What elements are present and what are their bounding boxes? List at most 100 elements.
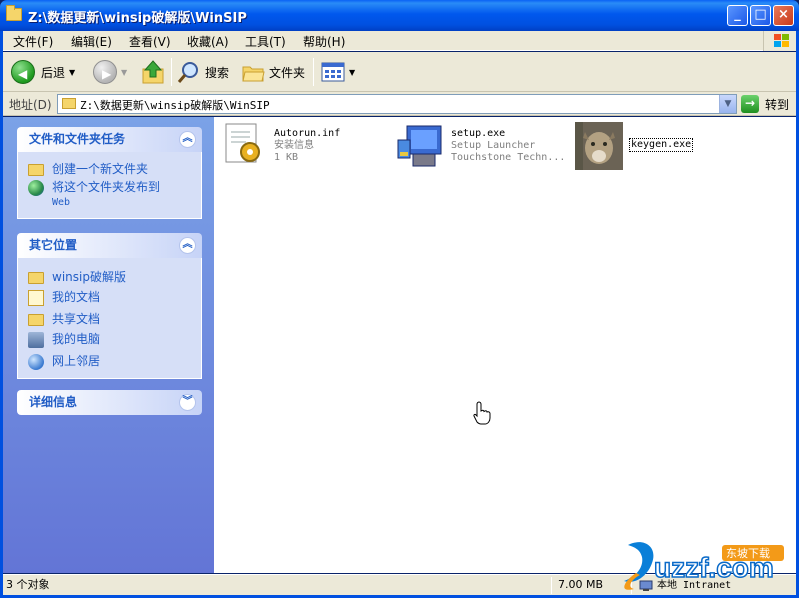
cougar-image-icon [575, 122, 623, 170]
toolbar-separator [171, 58, 172, 86]
file-description: Setup Launcher [451, 140, 536, 151]
menu-favorites[interactable]: 收藏(A) [187, 33, 229, 50]
title-bar[interactable]: Z:\数据更新\winsip破解版\WinSIP _ □ × [0, 0, 799, 31]
place-network-label[interactable]: 网上邻居 [52, 354, 100, 368]
file-item[interactable]: keygen.exe [575, 122, 694, 170]
place-shared-documents[interactable]: 共享文档 [28, 312, 201, 326]
menu-help[interactable]: 帮助(H) [303, 33, 345, 50]
place-my-documents[interactable]: 我的文档 [28, 290, 201, 306]
file-list-area[interactable]: Autorun.inf 安装信息 1 KB setup.exe Setup La… [214, 117, 796, 573]
folder-icon [6, 5, 22, 21]
folder-icon [28, 272, 44, 284]
place-winsip-label[interactable]: winsip破解版 [52, 270, 126, 284]
status-object-count: 3 个对象 [6, 578, 50, 591]
collapse-icon[interactable]: ︽ [179, 237, 196, 254]
address-value[interactable]: Z:\数据更新\winsip破解版\WinSIP [80, 97, 270, 113]
file-item[interactable]: setup.exe Setup Launcher Touchstone Tech… [397, 122, 565, 170]
place-winsip[interactable]: winsip破解版 [28, 270, 201, 284]
back-arrow-icon: ◀ [11, 60, 35, 84]
maximize-button[interactable]: □ [750, 5, 771, 26]
details-header[interactable]: 详细信息 ︾ [17, 390, 202, 415]
menu-tools[interactable]: 工具(T) [245, 33, 286, 50]
menu-edit[interactable]: 编辑(E) [71, 33, 112, 50]
views-grid-icon [321, 62, 345, 82]
settings-file-icon [220, 122, 268, 170]
other-places-body: winsip破解版 我的文档 共享文档 我的电脑 网上邻居 [17, 258, 202, 379]
forward-arrow-icon: ▶ [93, 60, 117, 84]
other-places-header[interactable]: 其它位置 ︽ [17, 233, 202, 258]
file-text: Autorun.inf 安装信息 1 KB [274, 122, 340, 170]
toolbar: ◀ 后退 ▼ ▶ ▼ 搜索 文件夹 ▼ [3, 52, 796, 92]
file-tasks-panel: 文件和文件夹任务 ︽ 创建一个新文件夹 将这个文件夹发布到 Web [17, 127, 202, 219]
go-label: 转到 [765, 97, 790, 112]
folders-icon [242, 66, 265, 82]
address-bar: 地址(D) Z:\数据更新\winsip破解版\WinSIP ▼ → 转到 [3, 92, 796, 116]
window-title: Z:\数据更新\winsip破解版\WinSIP [28, 11, 247, 26]
chevron-down-icon[interactable]: ▼ [349, 68, 355, 77]
forward-button[interactable]: ▶ ▼ [93, 58, 127, 86]
go-arrow-icon: → [741, 95, 759, 113]
shared-folder-icon [28, 314, 44, 326]
file-size: 1 KB [274, 152, 299, 163]
task-publish-web[interactable]: 将这个文件夹发布到 Web [28, 180, 201, 210]
menu-view[interactable]: 查看(V) [129, 33, 171, 50]
place-network[interactable]: 网上邻居 [28, 354, 201, 370]
installer-icon [397, 122, 445, 170]
file-name[interactable]: Autorun.inf [274, 128, 340, 140]
file-tasks-header[interactable]: 文件和文件夹任务 ︽ [17, 127, 202, 152]
address-input[interactable]: Z:\数据更新\winsip破解版\WinSIP ▼ [57, 94, 737, 114]
address-label: 地址(D) [9, 98, 52, 112]
toolbar-separator [313, 58, 314, 86]
go-button[interactable]: → 转到 [741, 95, 789, 113]
folder-icon [62, 98, 76, 109]
search-button[interactable]: 搜索 [177, 58, 229, 86]
search-label: 搜索 [205, 65, 230, 80]
file-company: Touchstone Techn... [451, 152, 566, 163]
file-name[interactable]: setup.exe [451, 128, 565, 140]
publish-web-icon [28, 180, 44, 196]
task-publish-web-line2[interactable]: Web [52, 197, 70, 208]
network-places-icon [28, 354, 44, 370]
chevron-down-icon[interactable]: ▼ [121, 68, 127, 77]
task-new-folder[interactable]: 创建一个新文件夹 [28, 162, 201, 176]
minimize-button[interactable]: _ [727, 5, 748, 26]
collapse-icon[interactable]: ︽ [179, 131, 196, 148]
file-tasks-title: 文件和文件夹任务 [29, 132, 126, 146]
menu-bar: 文件(F) 编辑(E) 查看(V) 收藏(A) 工具(T) 帮助(H) [3, 31, 796, 51]
windows-logo-icon [763, 31, 796, 51]
details-panel: 详细信息 ︾ [17, 390, 202, 415]
back-label: 后退 [41, 65, 66, 80]
folders-label: 文件夹 [269, 65, 306, 80]
file-text: keygen.exe [629, 122, 694, 170]
task-publish-web-label[interactable]: 将这个文件夹发布到 Web [52, 180, 160, 210]
uzzf-watermark: uzzf.com 东坡下载 [614, 537, 790, 595]
menu-file[interactable]: 文件(F) [13, 33, 53, 50]
place-shared-documents-label[interactable]: 共享文档 [52, 312, 100, 326]
new-folder-icon [28, 164, 44, 176]
task-pane: 文件和文件夹任务 ︽ 创建一个新文件夹 将这个文件夹发布到 Web 其它位置 ︽ [3, 117, 214, 573]
file-item[interactable]: Autorun.inf 安装信息 1 KB [220, 122, 340, 170]
up-folder-icon [142, 60, 164, 84]
folders-button[interactable]: 文件夹 [241, 58, 305, 86]
place-my-documents-label[interactable]: 我的文档 [52, 290, 100, 304]
search-icon [177, 62, 198, 83]
watermark-tag: 东坡下载 [726, 547, 770, 560]
place-my-computer-label[interactable]: 我的电脑 [52, 332, 100, 346]
other-places-title: 其它位置 [29, 238, 78, 252]
back-button[interactable]: ◀ 后退 ▼ [11, 58, 75, 86]
task-new-folder-label[interactable]: 创建一个新文件夹 [52, 162, 148, 176]
expand-icon[interactable]: ︾ [179, 394, 196, 411]
up-folder-button[interactable] [141, 58, 165, 86]
task-publish-web-line1[interactable]: 将这个文件夹发布到 [52, 180, 160, 194]
views-button[interactable]: ▼ [321, 58, 355, 86]
my-computer-icon [28, 332, 44, 348]
details-title: 详细信息 [29, 395, 78, 409]
hand-cursor-icon [473, 401, 491, 425]
place-my-computer[interactable]: 我的电脑 [28, 332, 201, 348]
file-name[interactable]: keygen.exe [629, 138, 694, 152]
close-button[interactable]: × [773, 5, 794, 26]
other-places-panel: 其它位置 ︽ winsip破解版 我的文档 共享文档 我的电脑 网上邻居 [17, 233, 202, 379]
address-dropdown-button[interactable]: ▼ [719, 95, 736, 113]
status-divider [551, 577, 552, 594]
chevron-down-icon[interactable]: ▼ [69, 68, 75, 77]
